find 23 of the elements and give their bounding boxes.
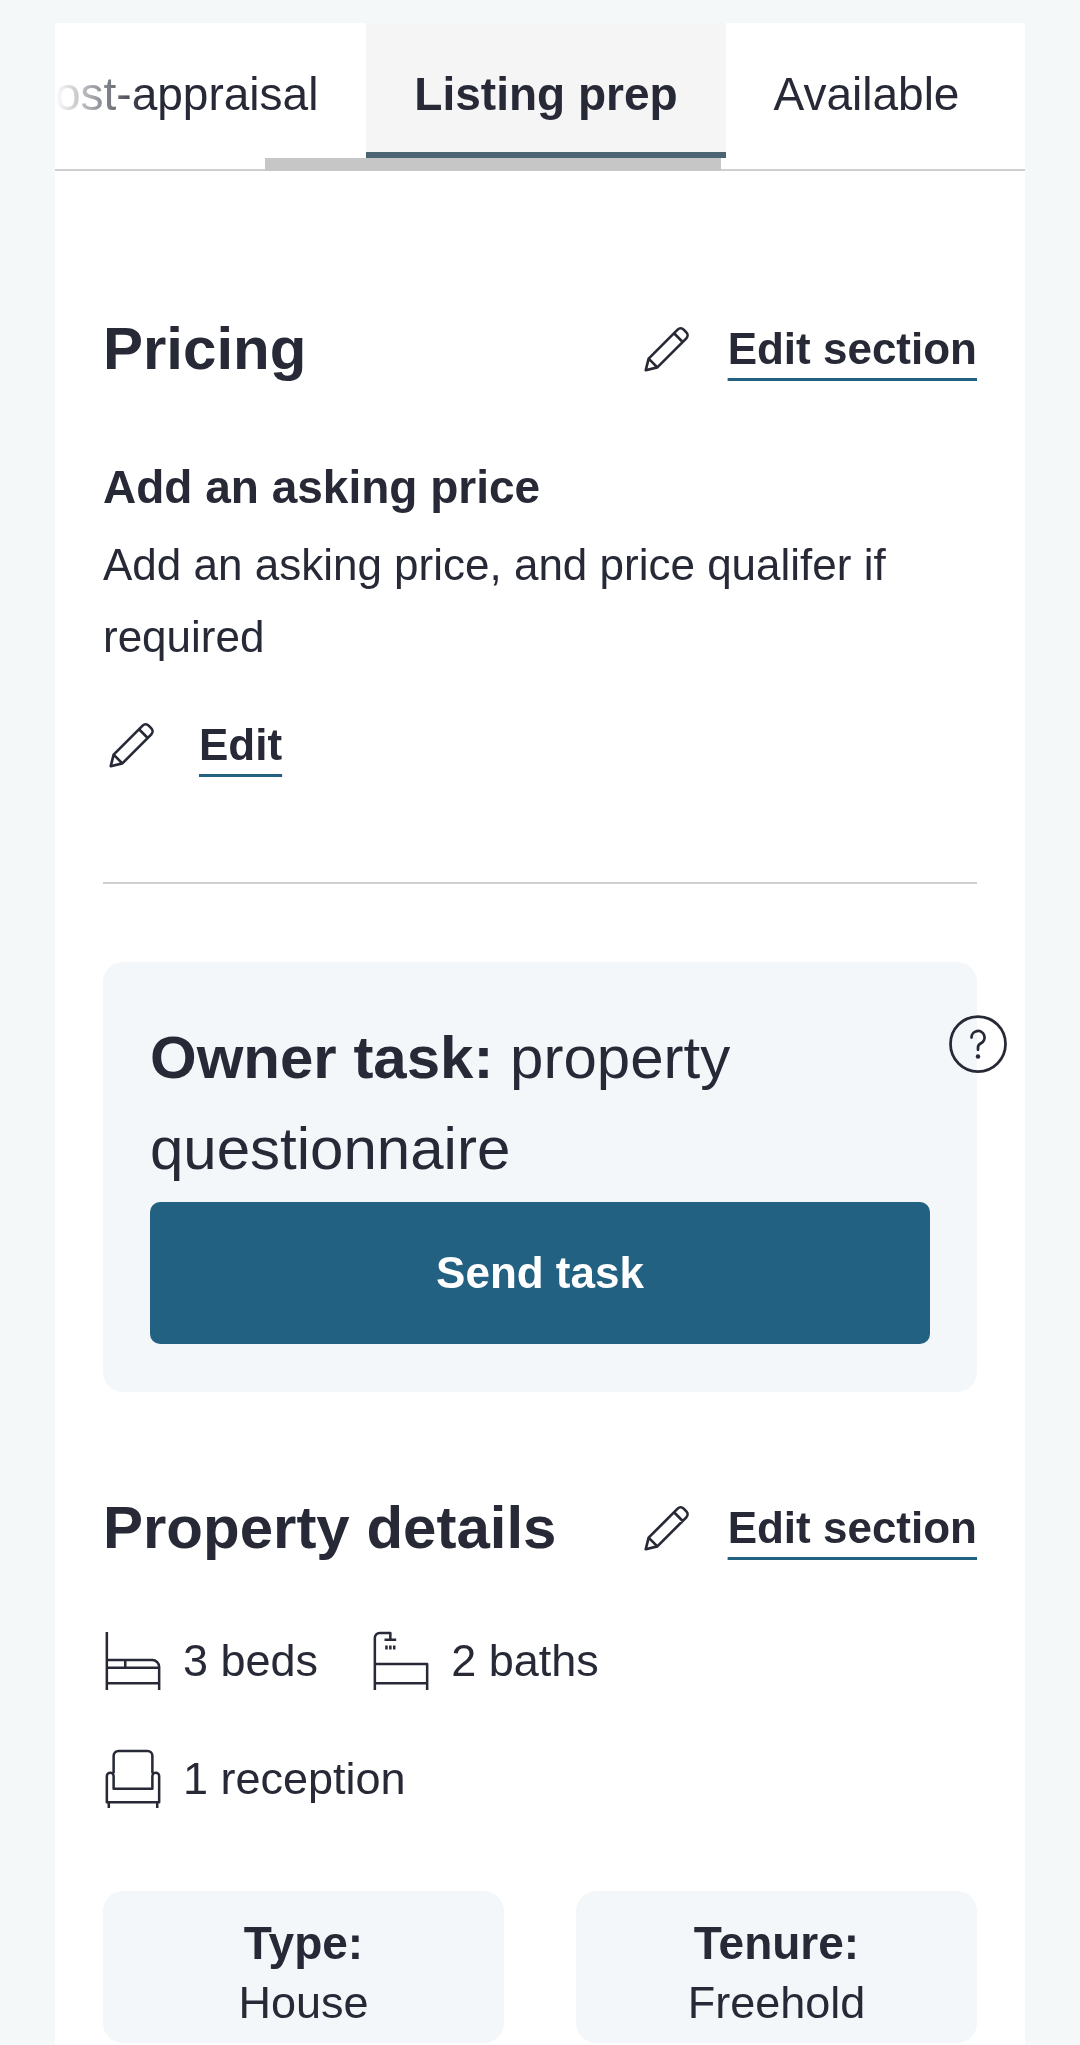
armchair-icon xyxy=(103,1748,163,1810)
fact-label: Tenure: xyxy=(692,1916,861,1971)
fact-value: Freehold xyxy=(686,1976,867,2030)
tab[interactable]: ost-appraisal xyxy=(55,23,367,158)
feature-label: 2 baths xyxy=(451,1634,599,1688)
help-icon[interactable] xyxy=(948,1014,1008,1074)
feature-label: 3 beds xyxy=(183,1634,319,1688)
tab[interactable]: Available xyxy=(725,23,1008,158)
edit-link[interactable]: Edit xyxy=(103,716,283,774)
feature-label: 1 reception xyxy=(183,1752,406,1806)
section-heading: Pricing xyxy=(103,314,307,384)
section-heading: Property details xyxy=(103,1493,557,1563)
edit-section-link[interactable]: Edit section xyxy=(637,320,977,378)
task-description: Add an asking price, and price qualifer if required xyxy=(103,539,887,663)
send-task-button[interactable]: Send task xyxy=(150,1202,930,1344)
fact-label: Type: xyxy=(242,1916,365,1971)
task-title: Add an asking price xyxy=(103,460,542,515)
owner-task-title: Owner task: property questionnaire xyxy=(150,1023,732,1184)
bed-icon xyxy=(103,1630,163,1692)
fact-value: House xyxy=(237,1976,370,2030)
scrollbar-thumb[interactable] xyxy=(265,158,721,171)
tab[interactable]: Listing prep xyxy=(366,23,726,158)
edit-section-link[interactable]: Edit section xyxy=(637,1499,977,1557)
